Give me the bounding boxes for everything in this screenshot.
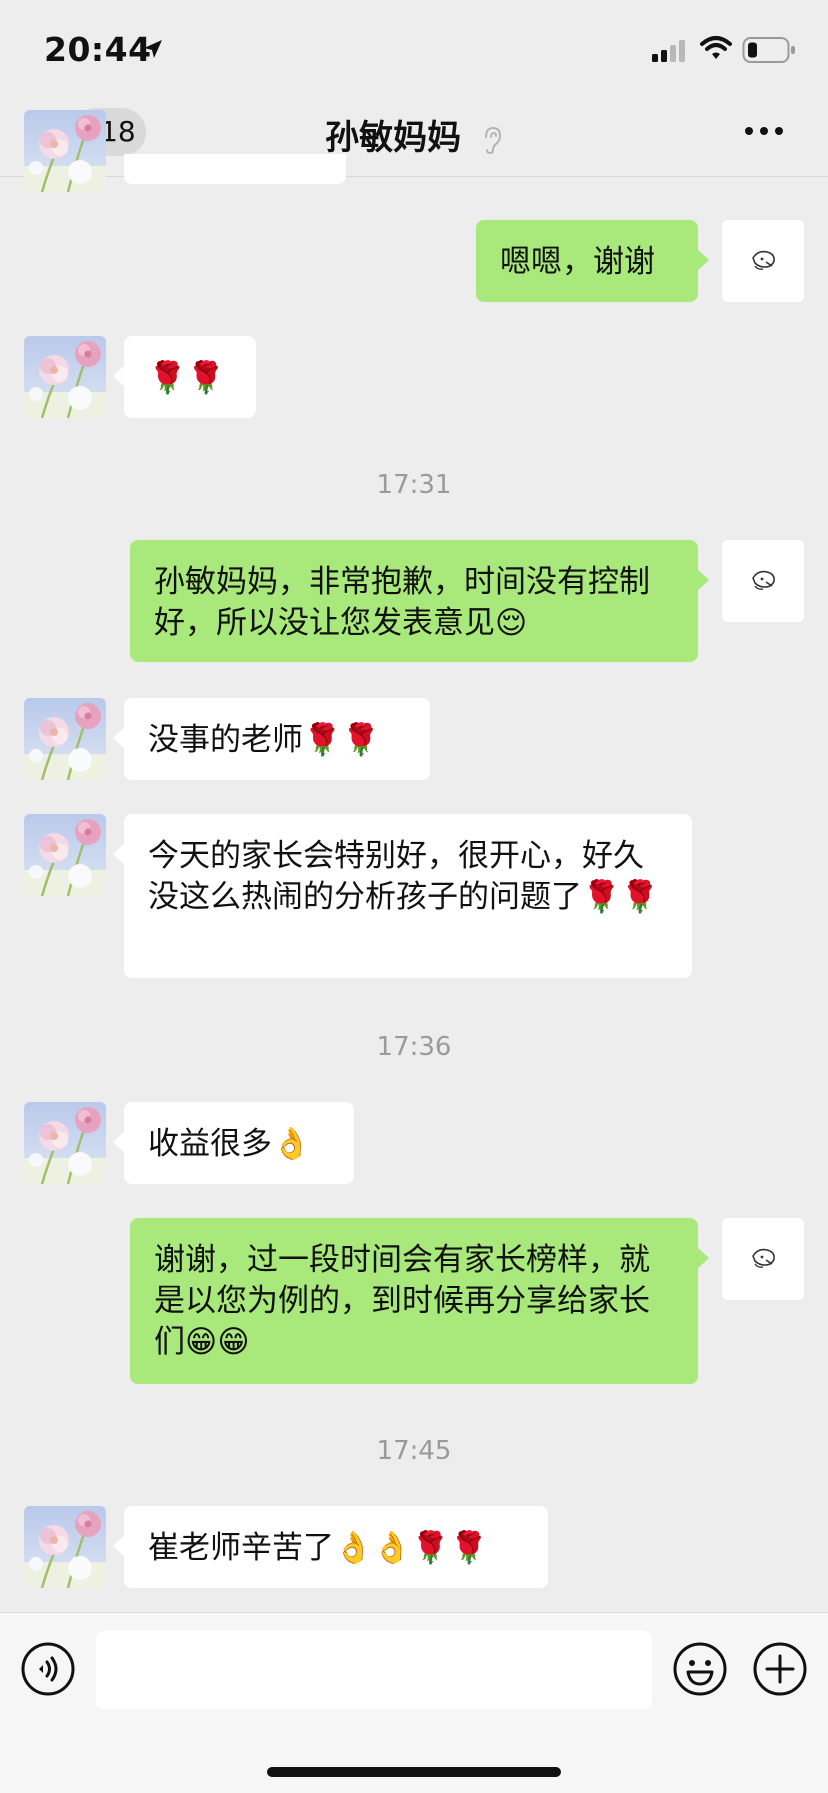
message-outgoing[interactable]: 谢谢，过一段时间会有家长榜样，就是以您为例的，到时候再分享给家长们😁😁 xyxy=(130,1218,709,1384)
message-text: 谢谢，过一段时间会有家长榜样，就是以您为例的，到时候再分享给家长们😁😁 xyxy=(154,1242,650,1360)
contact-avatar[interactable] xyxy=(24,1102,106,1184)
message-incoming[interactable]: 🌹🌹 xyxy=(113,336,256,418)
input-bar xyxy=(0,1612,828,1793)
more-options-icon[interactable] xyxy=(744,126,784,136)
status-bar: 20:44 xyxy=(0,0,828,100)
message-outgoing[interactable]: 孙敏妈妈，非常抱歉，时间没有控制好，所以没让您发表意见😌 xyxy=(130,540,709,662)
location-arrow-icon xyxy=(144,40,162,58)
message-incoming[interactable]: 没事的老师🌹🌹 xyxy=(113,698,430,780)
contact-avatar[interactable] xyxy=(24,698,106,780)
message-timestamp: 17:45 xyxy=(376,1436,452,1466)
message-timestamp: 17:31 xyxy=(376,470,452,500)
status-time: 20:44 xyxy=(44,30,152,69)
battery-icon xyxy=(742,37,795,63)
contact-avatar[interactable] xyxy=(24,1506,106,1588)
message-incoming[interactable]: 今天的家长会特别好，很开心，好久没这么热闹的分析孩子的问题了🌹🌹 xyxy=(113,814,692,978)
contact-avatar[interactable] xyxy=(24,814,106,896)
contact-avatar[interactable] xyxy=(24,110,106,192)
message-text: 收益很多👌 xyxy=(148,1126,311,1162)
message-text: 🌹🌹 xyxy=(148,360,226,396)
emoji-icon[interactable] xyxy=(672,1641,728,1697)
plus-icon[interactable] xyxy=(752,1641,808,1697)
message-text: 孙敏妈妈，非常抱歉，时间没有控制好，所以没让您发表意见😌 xyxy=(154,564,650,641)
message-outgoing[interactable]: 嗯嗯，谢谢 xyxy=(476,220,709,302)
voice-icon[interactable] xyxy=(20,1641,76,1697)
chat-title-wrap: 孙敏妈妈 xyxy=(0,110,828,159)
message-text: 没事的老师🌹🌹 xyxy=(148,722,381,758)
message-timestamp: 17:36 xyxy=(376,1032,452,1062)
message-input[interactable] xyxy=(96,1631,652,1709)
message-incoming[interactable]: 崔老师辛苦了👌👌🌹🌹 xyxy=(113,1506,548,1588)
message-text: 嗯嗯，谢谢 xyxy=(500,244,655,280)
cellular-signal-icon xyxy=(652,40,685,62)
home-indicator[interactable] xyxy=(267,1767,561,1777)
message-text: 今天的家长会特别好，很开心，好久没这么热闹的分析孩子的问题了🌹🌹 xyxy=(148,838,660,915)
message-incoming[interactable]: 收益很多👌 xyxy=(113,1102,354,1184)
ear-icon xyxy=(484,126,501,154)
my-avatar[interactable] xyxy=(722,1218,804,1300)
page-title: 孙敏妈妈 xyxy=(325,118,462,158)
partial-message-bubble xyxy=(124,154,346,184)
message-text: 崔老师辛苦了👌👌🌹🌹 xyxy=(148,1530,489,1566)
my-avatar[interactable] xyxy=(722,540,804,622)
contact-avatar[interactable] xyxy=(24,336,106,418)
my-avatar[interactable] xyxy=(722,220,804,302)
wifi-icon xyxy=(700,36,732,59)
